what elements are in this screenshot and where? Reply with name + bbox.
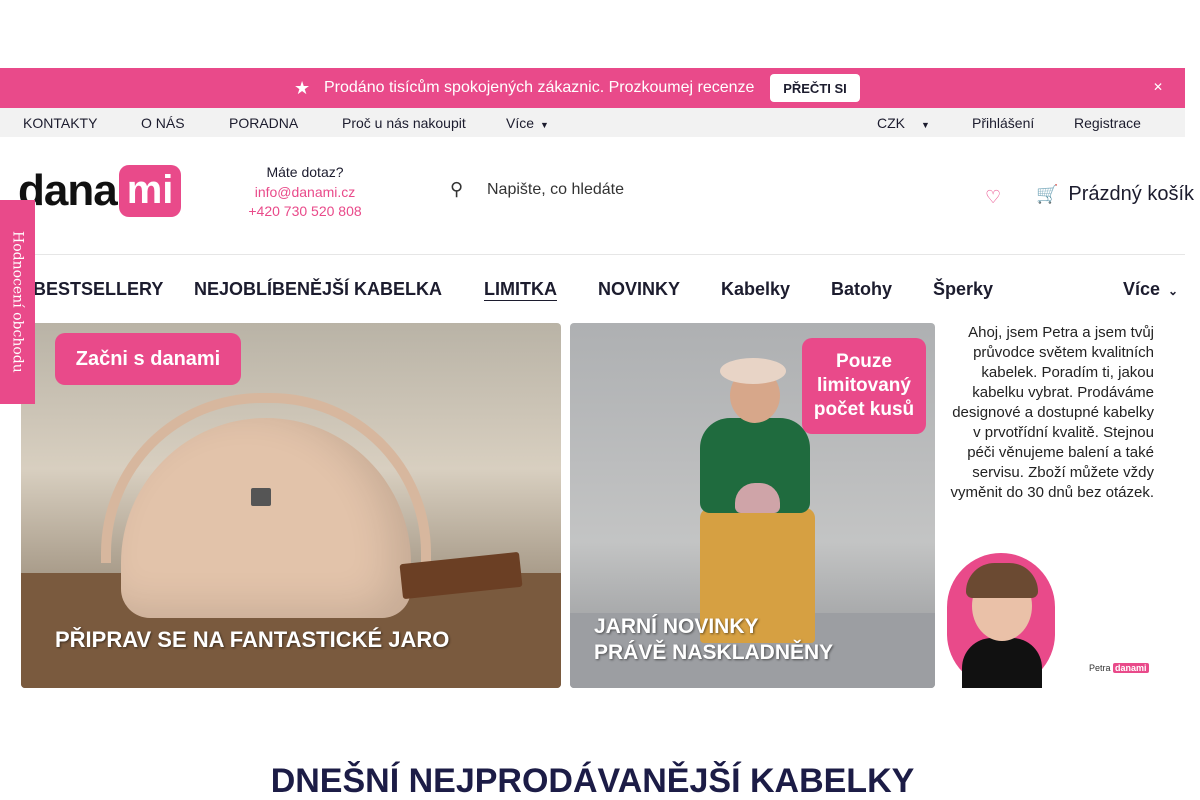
register-link[interactable]: Registrace <box>1074 115 1141 131</box>
banner-badge: Začni s danami <box>55 333 241 385</box>
logo[interactable]: dana mi <box>18 165 182 217</box>
topbar-link-proc-u-nas[interactable]: Proč u nás nakoupit <box>342 115 466 131</box>
nav-item-novinky[interactable]: NOVINKY <box>598 279 680 300</box>
petra-sign-name: Petra <box>1089 663 1111 673</box>
petra-photo-hair <box>966 563 1038 598</box>
petra-photo-shirt <box>962 638 1042 688</box>
site-header: dana mi Máte dotaz? info@danami.cz +420 … <box>0 137 1194 255</box>
contact-block: Máte dotaz? info@danami.cz +420 730 520 … <box>230 163 380 222</box>
petra-signature: Petra danami <box>1089 663 1149 673</box>
utility-bar: KONTAKTY O NÁS PORADNA Proč u nás nakoup… <box>0 108 1185 137</box>
topbar-link-poradna[interactable]: PORADNA <box>229 115 298 131</box>
cart-button[interactable]: 🛒 Prázdný košík <box>1036 183 1194 206</box>
review-tab[interactable]: Hodnocení obchodu <box>0 200 35 404</box>
contact-email-link[interactable]: info@danami.cz <box>230 183 380 203</box>
model-bag <box>735 483 780 513</box>
currency-label: CZK <box>877 115 905 131</box>
heart-icon[interactable]: ♡ <box>985 187 1001 208</box>
banner-caption-line2: PRÁVĚ NASKLADNĚNY <box>594 641 834 664</box>
chevron-down-icon: ▼ <box>540 120 549 130</box>
read-reviews-button[interactable]: PŘEČTI SI <box>770 74 860 102</box>
nav-item-batohy[interactable]: Batohy <box>831 279 892 300</box>
search-icon[interactable]: ⚲ <box>450 179 470 200</box>
model-beret <box>720 358 786 384</box>
cart-icon: 🛒 <box>1036 184 1059 204</box>
promo-bar: ★ Prodáno tisícům spokojených zákaznic. … <box>0 68 1185 108</box>
promo-text: Prodáno tisícům spokojených zákaznic. Pr… <box>324 79 755 96</box>
search-field[interactable]: ⚲ Napište, co hledáte <box>450 179 624 200</box>
chevron-down-icon: ⌄ <box>1168 284 1179 298</box>
topbar-more-menu[interactable]: Více ▼ <box>506 115 549 131</box>
topbar-more-label: Více <box>506 115 535 131</box>
nav-item-nejoblibenejsi[interactable]: NEJOBLÍBENĚJŠÍ KABELKA <box>194 279 442 300</box>
banner-caption: PŘIPRAV SE NA FANTASTICKÉ JARO <box>55 627 450 652</box>
close-icon[interactable]: ✕ <box>1153 80 1163 94</box>
nav-more-menu[interactable]: Více ⌄ <box>1123 279 1178 300</box>
star-icon: ★ <box>294 78 311 98</box>
nav-item-kabelky[interactable]: Kabelky <box>721 279 790 300</box>
petra-intro-text: Ahoj, jsem Petra a jsem tvůj průvodce sv… <box>950 324 1154 501</box>
topbar-link-o-nas[interactable]: O NÁS <box>141 115 185 131</box>
petra-sign-brand: danami <box>1113 663 1149 673</box>
nav-more-label: Více <box>1123 279 1161 299</box>
nav-item-limitka[interactable]: LIMITKA <box>484 279 557 300</box>
login-link[interactable]: Přihlášení <box>972 115 1034 131</box>
banner-new-arrivals[interactable]: Pouze limitovaný počet kusů JARNÍ NOVINK… <box>570 323 935 688</box>
topbar-link-kontakty[interactable]: KONTAKTY <box>23 115 97 131</box>
logo-text-mi: mi <box>118 165 182 217</box>
review-tab-label: Hodnocení obchodu <box>9 231 26 373</box>
chevron-down-icon: ▼ <box>921 120 930 130</box>
banner-badge: Pouze limitovaný počet kusů <box>802 338 926 434</box>
main-nav: BESTSELLERY NEJOBLÍBENĚJŠÍ KABELKA LIMIT… <box>0 255 1185 323</box>
nav-item-sperky[interactable]: Šperky <box>933 279 993 300</box>
contact-phone-link[interactable]: +420 730 520 808 <box>230 202 380 222</box>
section-title: DNEŠNÍ NEJPRODÁVANĚJŠÍ KABELKY <box>270 762 915 800</box>
contact-title: Máte dotaz? <box>266 164 344 180</box>
banner-caption-line1: JARNÍ NOVINKY <box>594 615 759 638</box>
cart-label: Prázdný košík <box>1068 183 1195 205</box>
bag-clasp <box>251 488 271 506</box>
currency-select[interactable]: CZK ▼ <box>877 115 930 131</box>
search-placeholder: Napište, co hledáte <box>487 180 624 198</box>
banner-petra[interactable]: Ahoj, jsem Petra a jsem tvůj průvodce sv… <box>944 323 1164 688</box>
nav-item-bestsellery[interactable]: BESTSELLERY <box>33 279 163 300</box>
top-spacer <box>0 0 1200 68</box>
banner-spring[interactable]: Začni s danami PŘIPRAV SE NA FANTASTICKÉ… <box>21 323 561 688</box>
